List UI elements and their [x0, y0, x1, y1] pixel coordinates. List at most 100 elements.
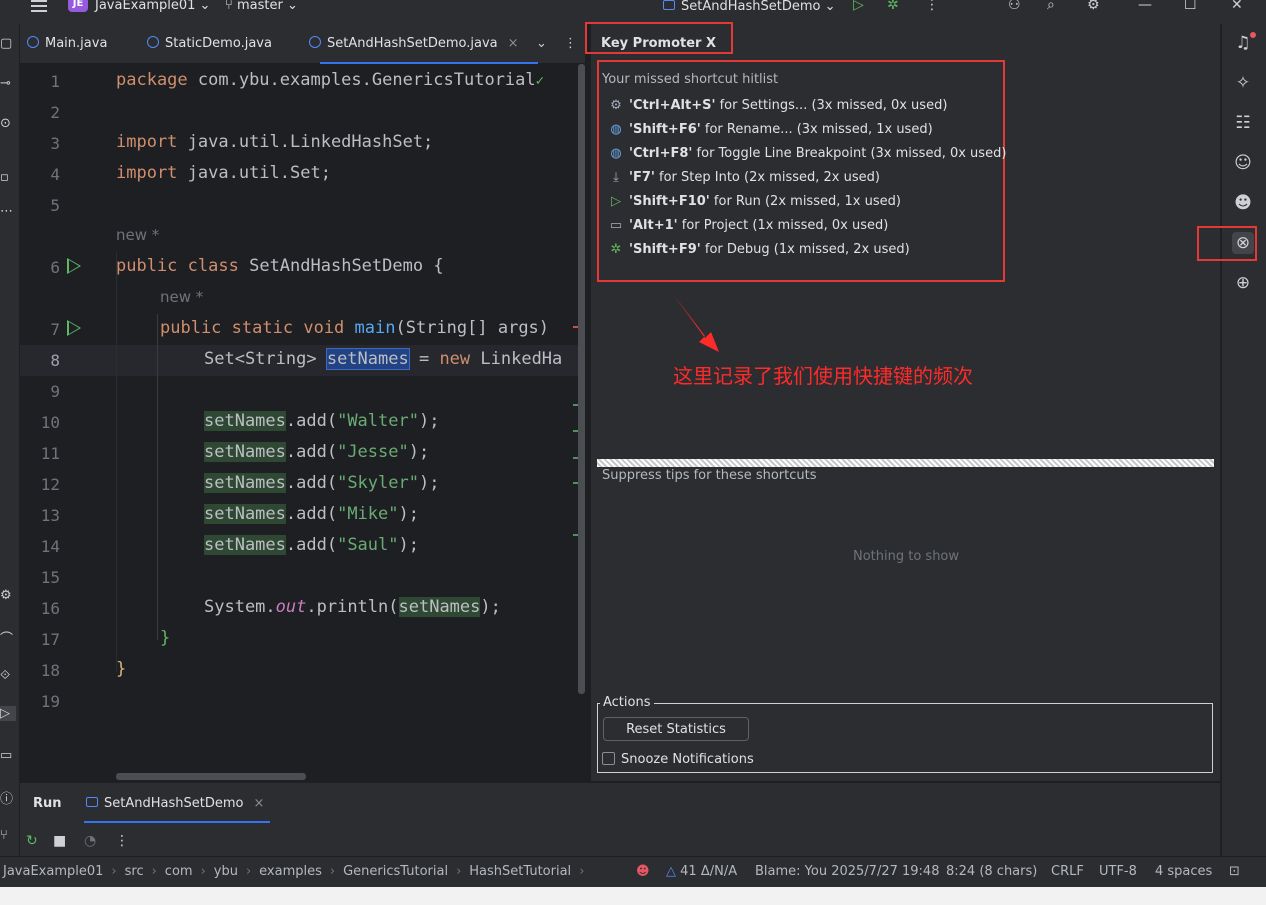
- run-config-selector[interactable]: SetAndHashSetDemo ⌄: [663, 0, 836, 14]
- horizontal-scrollbar[interactable]: [116, 773, 306, 780]
- line-number: 19: [40, 692, 60, 711]
- hitlist-item[interactable]: ◍ 'Ctrl+F8' for Toggle Line Breakpoint (3…: [609, 145, 1006, 163]
- minimize-icon[interactable]: —: [1138, 0, 1152, 12]
- reset-statistics-button[interactable]: Reset Statistics: [603, 717, 749, 741]
- breadcrumb-item[interactable]: JavaExample01: [3, 864, 103, 879]
- hitlist-title: Your missed shortcut hitlist: [602, 72, 779, 87]
- code-line-1: package com.ybu.examples.GenericsTutoria…: [116, 70, 545, 90]
- breadcrumb-item[interactable]: src: [125, 864, 144, 879]
- file-encoding[interactable]: UTF-8: [1099, 864, 1137, 879]
- vertical-scrollbar[interactable]: [578, 64, 585, 694]
- checkbox-icon[interactable]: [602, 752, 615, 765]
- copilot-icon[interactable]: ☺: [1232, 152, 1254, 174]
- line-number: 16: [40, 599, 60, 618]
- author-hint[interactable]: new *: [160, 288, 203, 306]
- settings-icon[interactable]: ⚙: [1087, 0, 1100, 12]
- main-menu-icon[interactable]: [31, 0, 47, 12]
- debug-icon[interactable]: ✲: [887, 0, 899, 12]
- line-number: 1: [50, 72, 60, 91]
- line-number: 12: [40, 475, 60, 494]
- run-tool-icon[interactable]: ▷: [0, 706, 16, 721]
- run-tab[interactable]: SetAndHashSetDemo ×: [86, 796, 264, 811]
- tab-set-and-hash-set-demo-java[interactable]: SetAndHashSetDemo.java ×: [309, 24, 519, 64]
- run-main-gutter-icon[interactable]: [67, 320, 81, 336]
- project-tool-icon[interactable]: ▢: [0, 36, 16, 51]
- bookmarks-tool-icon[interactable]: ▫: [0, 170, 16, 185]
- hitlist-item[interactable]: ◍ 'Shift+F6' for Rename... (3x missed, 1x…: [609, 121, 932, 139]
- hitlist-item[interactable]: ▷ 'Shift+F10' for Run (2x missed, 1x used…: [609, 193, 901, 211]
- terminal-tool-icon[interactable]: ▭: [0, 748, 16, 763]
- tool-icon-highlight-box: [1197, 226, 1257, 261]
- panel-title: Key Promoter X: [601, 36, 717, 51]
- endpoints-tool-icon[interactable]: ⟐: [0, 668, 16, 683]
- services-tool-icon[interactable]: ⚙: [0, 588, 16, 603]
- breadcrumb: JavaExample01 › src › com › ybu › examples › Gener…: [3, 864, 585, 879]
- more-tools-icon[interactable]: ⋯: [0, 204, 16, 219]
- close-tab-icon[interactable]: ×: [253, 796, 264, 811]
- problems-tool-icon[interactable]: ⓘ: [0, 788, 16, 807]
- breadcrumb-item[interactable]: HashSetTutorial: [469, 864, 571, 879]
- globe-icon[interactable]: ⊕: [1232, 272, 1254, 294]
- warning-icon: △: [666, 864, 676, 879]
- tab-list-chevron-icon[interactable]: ⌄: [536, 24, 547, 64]
- run-class-gutter-icon[interactable]: [67, 258, 81, 274]
- database-icon[interactable]: ☷: [1232, 112, 1254, 134]
- rename-icon: ◍: [610, 122, 622, 137]
- breadcrumb-item[interactable]: examples: [259, 864, 322, 879]
- code-line-14: setNames.add("Saul");: [204, 535, 419, 555]
- author-hint[interactable]: new *: [116, 226, 159, 244]
- indent-setting[interactable]: 4 spaces: [1155, 864, 1212, 879]
- vcs-branch[interactable]: ⑂ master ⌄: [225, 0, 298, 14]
- search-icon[interactable]: ⌕: [1047, 0, 1055, 12]
- copilot-chat-icon[interactable]: ☻: [1232, 192, 1254, 214]
- editor-tabs: Main.java StaticDemo.java SetAndHashSetD…: [20, 24, 585, 64]
- coverage-icon[interactable]: ◔: [84, 833, 96, 849]
- run-icon: ▷: [611, 194, 621, 209]
- code-editor[interactable]: 1 2 3 4 5 6 7 8 9 10 11 12 13 14 15 16 1…: [20, 64, 585, 781]
- tab-main-java[interactable]: Main.java: [27, 24, 107, 64]
- notification-badge: [1250, 32, 1256, 38]
- line-number: 9: [50, 382, 60, 401]
- maximize-icon[interactable]: ☐: [1184, 0, 1197, 12]
- add-user-icon[interactable]: ⚇: [1008, 0, 1021, 12]
- caret-position[interactable]: 8:24 (8 chars): [946, 864, 1037, 879]
- commit-tool-icon[interactable]: ⊸: [0, 76, 16, 91]
- line-number: 17: [40, 630, 60, 649]
- warnings-indicator[interactable]: △ 41 Δ/N/A: [666, 864, 737, 879]
- breadcrumb-item[interactable]: com: [165, 864, 193, 879]
- hitlist-item[interactable]: ▭ 'Alt+1' for Project (1x missed, 0x used…: [609, 217, 888, 235]
- build-tool-icon[interactable]: ⌒: [0, 628, 16, 647]
- close-window-icon[interactable]: ✕: [1231, 0, 1243, 12]
- tab-static-demo-java[interactable]: StaticDemo.java: [147, 24, 272, 64]
- ai-assistant-icon[interactable]: ✧: [1232, 72, 1254, 94]
- close-tab-icon[interactable]: ×: [508, 36, 519, 51]
- branch-icon: ⑂: [225, 0, 233, 13]
- git-tool-icon[interactable]: ⑂: [0, 828, 16, 843]
- hitlist-item[interactable]: ⚙ 'Ctrl+Alt+S' for Settings... (3x missed…: [609, 97, 947, 115]
- blame-info[interactable]: Blame: You 2025/7/27 19:48: [755, 864, 939, 879]
- stop-icon[interactable]: ■: [53, 833, 66, 849]
- code-line-10: setNames.add("Walter");: [204, 411, 440, 431]
- hitlist-item[interactable]: ⤓ 'F7' for Step Into (2x missed, 2x used): [609, 169, 880, 187]
- project-badge[interactable]: JE: [68, 0, 88, 12]
- more-icon[interactable]: ⋮: [925, 0, 939, 12]
- rerun-icon[interactable]: ↻: [26, 833, 38, 849]
- breadcrumb-item[interactable]: ybu: [214, 864, 238, 879]
- selected-identifier[interactable]: setNames: [325, 348, 410, 370]
- code-line-13: setNames.add("Mike");: [204, 504, 419, 524]
- copilot-status-icon[interactable]: ☻: [636, 864, 650, 879]
- run-icon[interactable]: ▷: [853, 0, 864, 12]
- project-name[interactable]: JavaExample01 ⌄: [95, 0, 210, 14]
- more-icon[interactable]: ⋮: [115, 833, 129, 849]
- hitlist-item[interactable]: ✲ 'Shift+F9' for Debug (1x missed, 2x use…: [609, 241, 910, 259]
- chevron-down-icon: ⌄: [824, 0, 836, 14]
- lock-icon[interactable]: ⊡: [1229, 864, 1240, 879]
- snooze-notifications-checkbox[interactable]: Snooze Notifications: [602, 752, 754, 767]
- chevron-down-icon: ⌄: [286, 0, 298, 13]
- breadcrumb-item[interactable]: GenericsTutorial: [343, 864, 448, 879]
- line-separator[interactable]: CRLF: [1051, 864, 1084, 879]
- tab-more-icon[interactable]: ⋮: [564, 24, 577, 64]
- structure-tool-icon[interactable]: ⊙: [0, 116, 16, 131]
- key-promoter-panel: Key Promoter X Your missed shortcut hitl…: [585, 22, 1220, 781]
- panel-splitter[interactable]: [597, 459, 1214, 467]
